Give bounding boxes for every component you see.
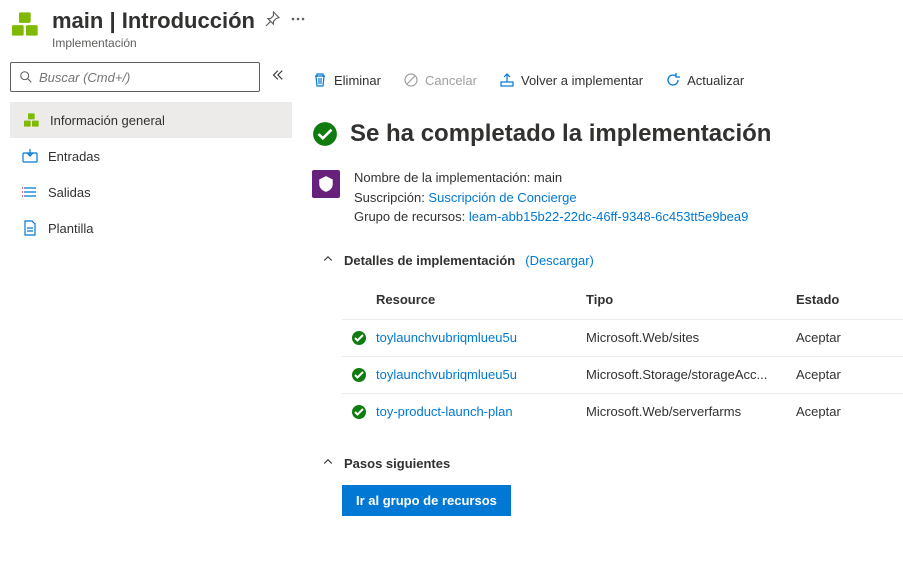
nav-label: Información general <box>50 113 165 128</box>
nav-item-outputs[interactable]: Salidas <box>10 174 292 210</box>
resource-link[interactable]: toylaunchvubriqmlueu5u <box>376 330 586 345</box>
nav-label: Salidas <box>48 185 91 200</box>
upload-icon <box>499 72 515 88</box>
cancel-button: Cancelar <box>403 72 477 88</box>
success-icon <box>351 330 367 346</box>
delete-button[interactable]: Eliminar <box>312 72 381 88</box>
refresh-icon <box>665 72 681 88</box>
resource-group-link[interactable]: leam-abb15b22-22dc-46ff-9348-6c453tt5e9b… <box>469 209 748 224</box>
deployment-icon <box>12 10 40 38</box>
deployment-meta: Nombre de la implementación: main Suscri… <box>312 168 887 227</box>
chevron-up-icon[interactable] <box>322 253 334 268</box>
status-banner: Se ha completado la implementación <box>312 120 887 148</box>
table-row: toy-product-launch-plan Microsoft.Web/se… <box>342 393 903 430</box>
table-row: toylaunchvubriqmlueu5u Microsoft.Storage… <box>342 356 903 393</box>
table-row: toylaunchvubriqmlueu5u Microsoft.Web/sit… <box>342 319 903 356</box>
toolbar: Eliminar Cancelar Volver a implementar A… <box>312 62 887 98</box>
search-icon <box>19 70 33 84</box>
resources-table: Resource Tipo Estado toylaunchvubriqmlue… <box>342 282 903 430</box>
arm-icon <box>312 170 340 198</box>
cancel-icon <box>403 72 419 88</box>
success-icon <box>351 404 367 420</box>
outputs-icon <box>22 184 38 200</box>
next-steps-header[interactable]: Pasos siguientes <box>322 456 887 471</box>
success-icon <box>312 121 338 147</box>
subscription-link[interactable]: Suscripción de Concierge <box>428 190 576 205</box>
inputs-icon <box>22 148 38 164</box>
blade-header: main | Introducción Implementación <box>0 0 903 54</box>
page-subtitle: Implementación <box>52 36 891 50</box>
status-title: Se ha completado la implementación <box>350 120 771 148</box>
resource-link[interactable]: toylaunchvubriqmlueu5u <box>376 367 586 382</box>
chevron-up-icon[interactable] <box>322 456 334 471</box>
download-link[interactable]: (Descargar) <box>525 253 594 268</box>
go-to-resource-group-button[interactable]: Ir al grupo de recursos <box>342 485 511 516</box>
template-icon <box>22 220 38 236</box>
nav-label: Entradas <box>48 149 100 164</box>
success-icon <box>351 367 367 383</box>
trash-icon <box>312 72 328 88</box>
nav-list: Información general Entradas Salidas Pla… <box>10 102 292 246</box>
more-icon[interactable] <box>290 11 306 32</box>
sidebar: Información general Entradas Salidas Pla… <box>0 54 292 532</box>
refresh-button[interactable]: Actualizar <box>665 72 744 88</box>
main-content: Eliminar Cancelar Volver a implementar A… <box>292 54 903 532</box>
redeploy-button[interactable]: Volver a implementar <box>499 72 643 88</box>
details-section-header[interactable]: Detalles de implementación (Descargar) <box>322 253 887 268</box>
nav-item-overview[interactable]: Información general <box>10 102 292 138</box>
resource-link[interactable]: toy-product-launch-plan <box>376 404 586 419</box>
collapse-sidebar-icon[interactable] <box>270 68 284 87</box>
nav-item-inputs[interactable]: Entradas <box>10 138 292 174</box>
nav-label: Plantilla <box>48 221 94 236</box>
search-input[interactable] <box>10 62 260 92</box>
deployment-icon <box>24 112 40 128</box>
pin-icon[interactable] <box>265 11 280 31</box>
table-header: Resource Tipo Estado <box>342 282 903 319</box>
page-title: main | Introducción <box>52 8 255 34</box>
nav-item-template[interactable]: Plantilla <box>10 210 292 246</box>
